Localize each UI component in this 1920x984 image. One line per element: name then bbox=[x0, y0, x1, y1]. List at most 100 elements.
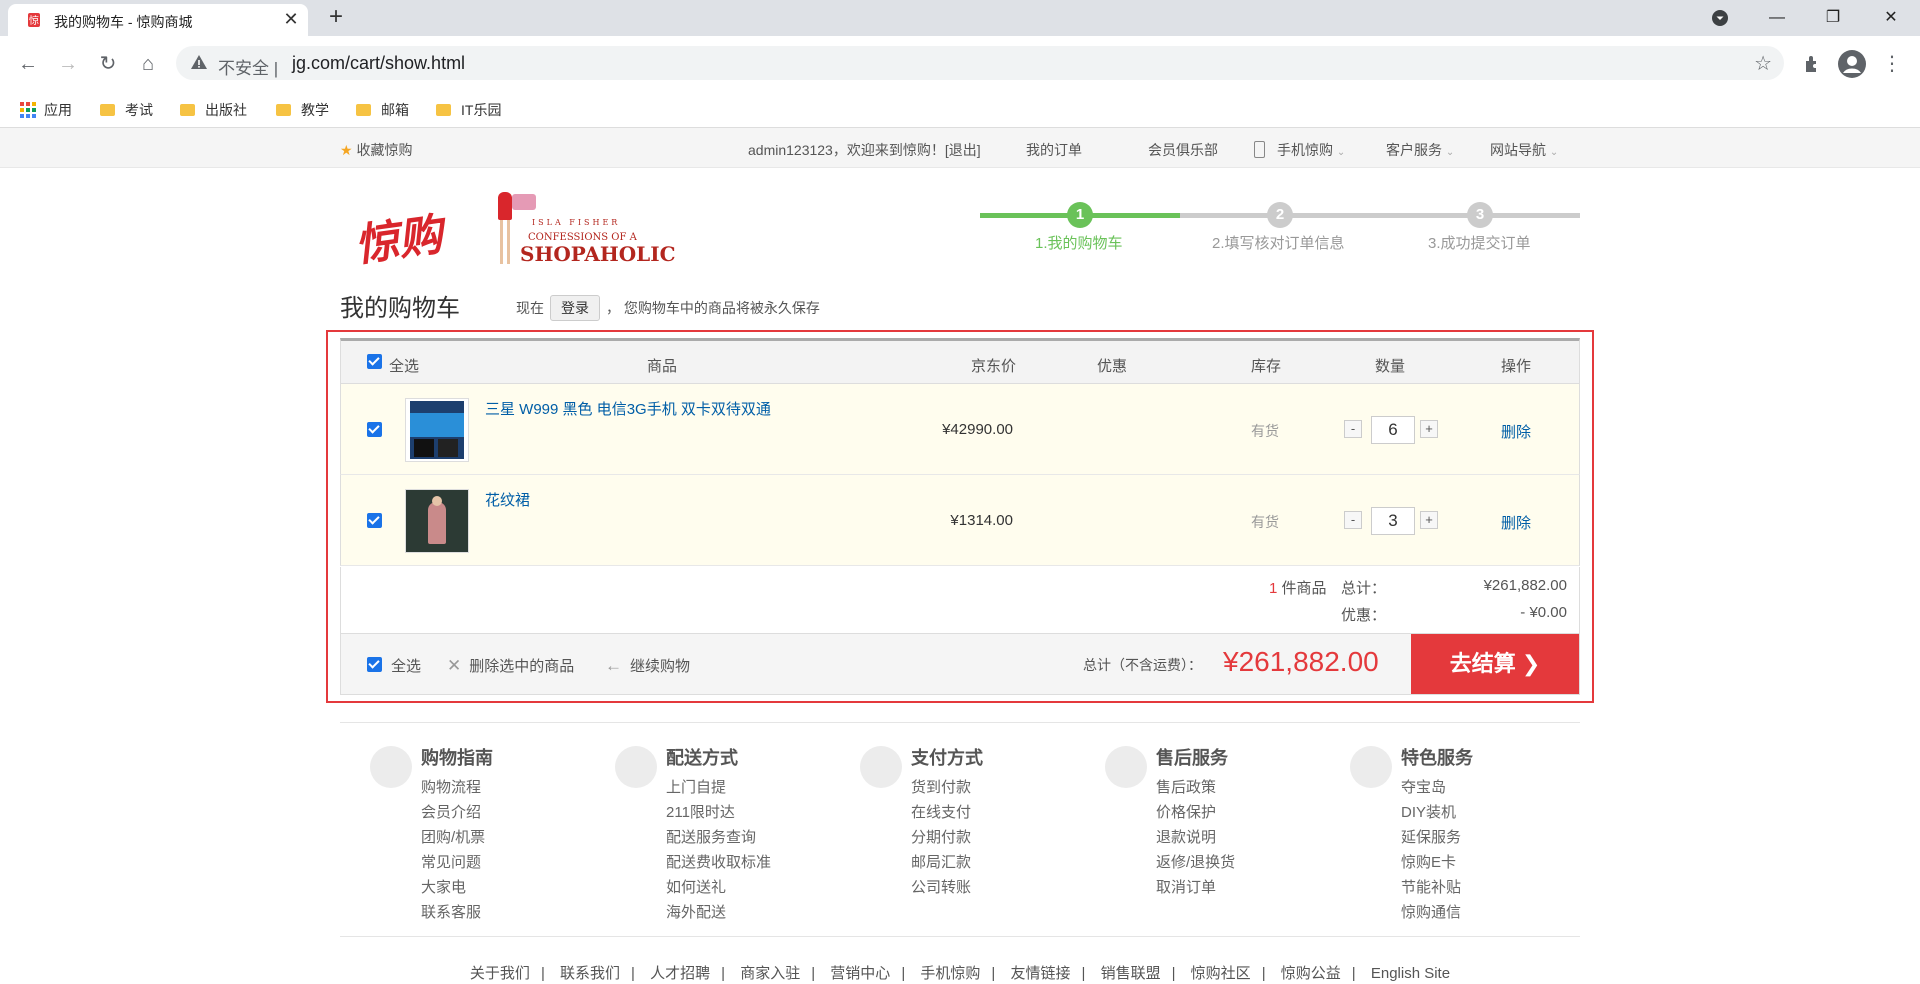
help-link[interactable]: 公司转账 bbox=[911, 876, 971, 897]
item-checkbox[interactable] bbox=[367, 422, 382, 437]
help-title: 支付方式 bbox=[911, 748, 983, 768]
forward-icon[interactable]: → bbox=[54, 50, 82, 78]
help-link[interactable]: 货到付款 bbox=[911, 776, 971, 797]
extensions-icon[interactable] bbox=[1802, 54, 1822, 74]
profile-avatar-icon[interactable] bbox=[1838, 50, 1866, 78]
qty-increase-button[interactable]: + bbox=[1420, 511, 1438, 529]
back-icon[interactable]: ← bbox=[14, 50, 42, 78]
bookmark-folder[interactable]: 出版社 bbox=[180, 100, 247, 120]
home-icon[interactable]: ⌂ bbox=[134, 50, 162, 78]
bottom-link[interactable]: 关于我们 bbox=[470, 965, 530, 982]
mobile-link[interactable]: 手机惊购 ⌄ bbox=[1254, 140, 1345, 160]
qty-decrease-button[interactable]: - bbox=[1344, 511, 1362, 529]
bookmark-folder[interactable]: IT乐园 bbox=[436, 100, 501, 120]
help-link[interactable]: 延保服务 bbox=[1401, 826, 1461, 847]
browser-tab[interactable]: 惊 我的购物车 - 惊购商城 ✕ bbox=[8, 4, 308, 36]
minimize-icon[interactable]: — bbox=[1754, 0, 1800, 36]
member-club-link[interactable]: 会员俱乐部 bbox=[1148, 140, 1218, 160]
login-note: 现在 登录， 您购物车中的商品将被永久保存 bbox=[516, 295, 820, 321]
help-link[interactable]: 上门自提 bbox=[666, 776, 726, 797]
footer-select-all-label[interactable]: 全选 bbox=[391, 655, 421, 676]
help-link[interactable]: 邮局汇款 bbox=[911, 851, 971, 872]
qty-input[interactable]: 3 bbox=[1371, 507, 1415, 535]
reload-icon[interactable]: ↻ bbox=[94, 50, 122, 78]
footer-select-all-checkbox[interactable] bbox=[367, 657, 382, 672]
bottom-link[interactable]: 手机惊购 bbox=[920, 965, 980, 982]
bottom-link[interactable]: 惊购公益 bbox=[1281, 965, 1341, 982]
site-logo[interactable]: 惊购 ISLA FISHER CONFESSIONS OF A SHOPAHOL… bbox=[352, 192, 676, 272]
browser-toolbar: ← → ↻ ⌂ 不安全 | jg.com/cart/show.html ☆ ⋮ bbox=[0, 36, 1920, 92]
bookmark-folder[interactable]: 教学 bbox=[276, 100, 329, 120]
help-link[interactable]: 取消订单 bbox=[1156, 876, 1216, 897]
window-close-icon[interactable]: ✕ bbox=[1868, 0, 1914, 36]
help-link[interactable]: 联系客服 bbox=[421, 901, 481, 922]
bottom-link[interactable]: 惊购社区 bbox=[1191, 965, 1251, 982]
help-link[interactable]: 团购/机票 bbox=[421, 826, 485, 847]
help-link[interactable]: 常见问题 bbox=[421, 851, 481, 872]
help-link[interactable]: 在线支付 bbox=[911, 801, 971, 822]
continue-shopping-button[interactable]: ← 继续购物 bbox=[605, 655, 690, 676]
tab-search-icon[interactable] bbox=[1712, 10, 1728, 26]
new-tab-icon[interactable]: + bbox=[322, 4, 350, 32]
help-link[interactable]: 价格保护 bbox=[1156, 801, 1216, 822]
site-nav-link[interactable]: 网站导航 ⌄ bbox=[1490, 140, 1558, 160]
help-link[interactable]: 分期付款 bbox=[911, 826, 971, 847]
item-checkbox[interactable] bbox=[367, 513, 382, 528]
help-link[interactable]: 返修/退换货 bbox=[1156, 851, 1235, 872]
product-name-link[interactable]: 花纹裙 bbox=[485, 489, 530, 510]
address-bar[interactable]: 不安全 | jg.com/cart/show.html ☆ bbox=[176, 46, 1784, 80]
user-greeting[interactable]: admin123123，欢迎来到惊购！[退出] bbox=[748, 140, 981, 160]
help-link[interactable]: 配送费收取标准 bbox=[666, 851, 771, 872]
bottom-link[interactable]: 人才招聘 bbox=[650, 965, 710, 982]
product-thumbnail[interactable] bbox=[405, 398, 469, 462]
help-link[interactable]: 节能补贴 bbox=[1401, 876, 1461, 897]
favorite-link[interactable]: ★ 收藏惊购 bbox=[340, 140, 412, 160]
bottom-link[interactable]: 联系我们 bbox=[560, 965, 620, 982]
customer-service-link[interactable]: 客户服务 ⌄ bbox=[1386, 140, 1454, 160]
qty-decrease-button[interactable]: - bbox=[1344, 420, 1362, 438]
help-link[interactable]: 会员介绍 bbox=[421, 801, 481, 822]
bottom-link[interactable]: English Site bbox=[1371, 965, 1450, 982]
item-count: 1 件商品 bbox=[1269, 580, 1327, 597]
help-link[interactable]: 211限时达 bbox=[666, 801, 735, 822]
help-link[interactable]: 海外配送 bbox=[666, 901, 726, 922]
restore-icon[interactable]: ❐ bbox=[1810, 0, 1856, 36]
help-link[interactable]: 售后政策 bbox=[1156, 776, 1216, 797]
help-link[interactable]: DIY装机 bbox=[1401, 801, 1456, 822]
bookmark-apps[interactable]: 应用 bbox=[20, 100, 72, 120]
login-button[interactable]: 登录 bbox=[550, 295, 600, 321]
help-link[interactable]: 惊购E卡 bbox=[1401, 851, 1456, 872]
url-text[interactable]: jg.com/cart/show.html bbox=[292, 53, 465, 74]
qty-increase-button[interactable]: + bbox=[1420, 420, 1438, 438]
checkout-button[interactable]: 去结算 ❯ bbox=[1411, 634, 1579, 694]
product-name-link[interactable]: 三星 W999 黑色 电信3G手机 双卡双待双通 bbox=[485, 398, 771, 419]
my-orders-link[interactable]: 我的订单 bbox=[1026, 140, 1082, 160]
help-link[interactable]: 夺宝岛 bbox=[1401, 776, 1446, 797]
bottom-link[interactable]: 销售联盟 bbox=[1101, 965, 1161, 982]
bottom-link[interactable]: 营销中心 bbox=[830, 965, 890, 982]
product-price: ¥1314.00 bbox=[950, 512, 1013, 529]
footer-total-value: ¥261,882.00 bbox=[1223, 646, 1379, 677]
bookmark-folder[interactable]: 邮箱 bbox=[356, 100, 409, 120]
help-link[interactable]: 退款说明 bbox=[1156, 826, 1216, 847]
footer-total-label: 总计（不含运费）： bbox=[1083, 657, 1202, 673]
close-tab-icon[interactable]: ✕ bbox=[280, 8, 302, 30]
help-link[interactable]: 惊购通信 bbox=[1401, 901, 1461, 922]
folder-icon bbox=[180, 104, 195, 116]
step-2-dot: 2 bbox=[1267, 202, 1293, 228]
qty-input[interactable]: 6 bbox=[1371, 416, 1415, 444]
delete-item-link[interactable]: 删除 bbox=[1501, 421, 1531, 442]
select-all-checkbox[interactable] bbox=[367, 354, 382, 369]
bottom-link[interactable]: 友情链接 bbox=[1010, 965, 1070, 982]
product-thumbnail[interactable] bbox=[405, 489, 469, 553]
menu-icon[interactable]: ⋮ bbox=[1878, 50, 1906, 78]
bottom-link[interactable]: 商家入驻 bbox=[740, 965, 800, 982]
help-link[interactable]: 购物流程 bbox=[421, 776, 481, 797]
help-link[interactable]: 配送服务查询 bbox=[666, 826, 756, 847]
bookmark-star-icon[interactable]: ☆ bbox=[1754, 51, 1772, 76]
delete-selected-button[interactable]: ✕ 删除选中的商品 bbox=[447, 655, 574, 676]
delete-item-link[interactable]: 删除 bbox=[1501, 512, 1531, 533]
help-link[interactable]: 如何送礼 bbox=[666, 876, 726, 897]
help-link[interactable]: 大家电 bbox=[421, 876, 466, 897]
bookmark-folder[interactable]: 考试 bbox=[100, 100, 153, 120]
